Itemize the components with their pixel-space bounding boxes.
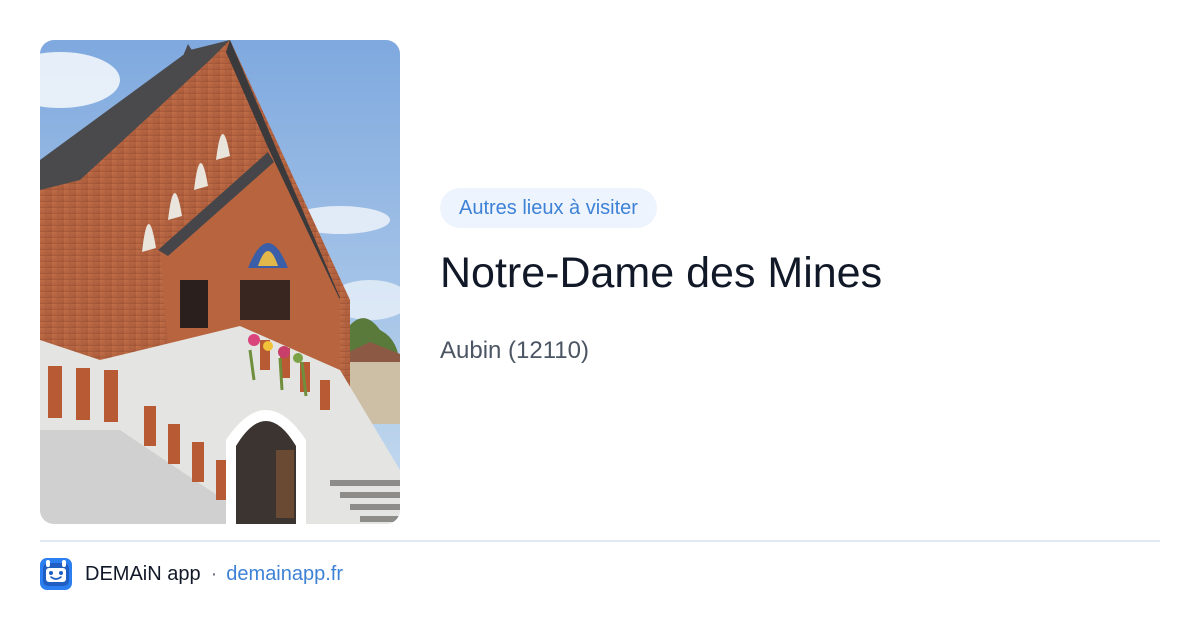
church-photo — [40, 40, 400, 524]
category-badge: Autres lieux à visiter — [440, 188, 657, 228]
footer-separator: · — [210, 562, 218, 585]
place-title: Notre-Dame des Mines — [440, 249, 883, 297]
footer: DEMAiN app · demainapp.fr — [40, 558, 343, 590]
place-location: Aubin (12110) — [440, 337, 589, 364]
divider — [40, 540, 1160, 542]
app-name: DEMAiN app — [85, 562, 201, 585]
site-link[interactable]: demainapp.fr — [226, 563, 343, 586]
demain-app-icon — [40, 558, 72, 590]
